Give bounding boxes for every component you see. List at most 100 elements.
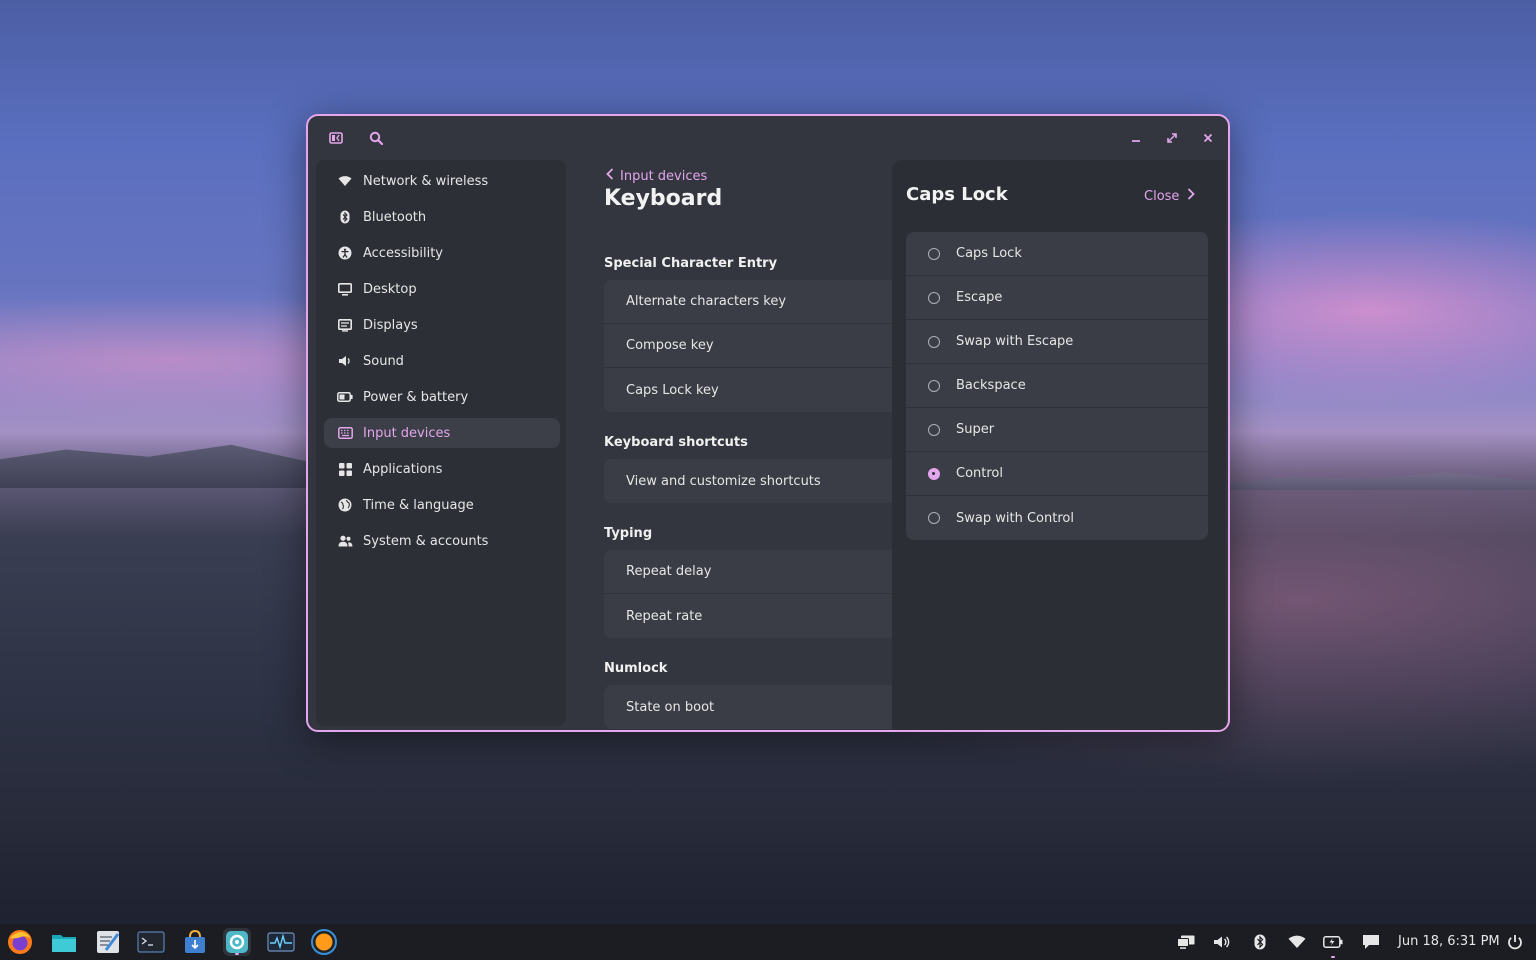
sidebar-item-label: Network & wireless bbox=[363, 173, 489, 189]
sidebar-item-power[interactable]: Power & battery bbox=[324, 382, 560, 412]
sidebar-item-label: Accessibility bbox=[363, 245, 443, 261]
settings-group-special-characters: Alternate characters key Compose key Cap… bbox=[604, 280, 904, 412]
firefox-icon[interactable] bbox=[6, 928, 34, 956]
option-label: Backspace bbox=[956, 378, 1026, 393]
option-label: Escape bbox=[956, 290, 1003, 305]
accessibility-icon bbox=[335, 246, 355, 260]
grid-icon bbox=[335, 462, 355, 476]
option-label: Caps Lock bbox=[956, 246, 1022, 261]
radio-button-selected[interactable] bbox=[928, 467, 940, 480]
caps-lock-panel: Caps Lock Close Caps Lock Escape Swap wi… bbox=[892, 160, 1226, 730]
sidebar: Network & wireless Bluetooth Accessibili… bbox=[316, 160, 566, 726]
sidebar-item-accessibility[interactable]: Accessibility bbox=[324, 238, 560, 268]
settings-group-numlock: State on boot bbox=[604, 685, 904, 729]
row-view-shortcuts[interactable]: View and customize shortcuts bbox=[604, 459, 904, 503]
radio-button[interactable] bbox=[928, 291, 940, 304]
clock[interactable]: Jun 18, 6:31 PM bbox=[1398, 934, 1500, 949]
sidebar-item-label: Power & battery bbox=[363, 389, 469, 405]
titlebar bbox=[308, 116, 1228, 160]
wifi-icon bbox=[335, 175, 355, 187]
section-heading: Special Character Entry bbox=[604, 256, 778, 271]
section-heading: Typing bbox=[604, 526, 653, 541]
notifications-icon[interactable] bbox=[1361, 932, 1381, 952]
text-editor-icon[interactable] bbox=[94, 928, 122, 956]
section-heading: Keyboard shortcuts bbox=[604, 435, 748, 450]
files-icon[interactable] bbox=[50, 928, 78, 956]
users-icon bbox=[335, 535, 355, 547]
sidebar-item-desktop[interactable]: Desktop bbox=[324, 274, 560, 304]
wallpaper-mountain-left bbox=[0, 444, 330, 488]
option-swap-escape[interactable]: Swap with Escape bbox=[906, 320, 1208, 364]
radio-button[interactable] bbox=[928, 379, 940, 392]
radio-button[interactable] bbox=[928, 512, 940, 524]
media-icon[interactable] bbox=[310, 928, 338, 956]
row-state-on-boot[interactable]: State on boot bbox=[604, 685, 904, 729]
displays-tray-icon[interactable] bbox=[1176, 932, 1196, 952]
sidebar-item-input-devices[interactable]: Input devices bbox=[324, 418, 560, 448]
search-icon[interactable] bbox=[364, 126, 388, 150]
row-compose-key[interactable]: Compose key bbox=[604, 324, 904, 368]
option-super[interactable]: Super bbox=[906, 408, 1208, 452]
sidebar-item-label: Time & language bbox=[363, 497, 474, 513]
option-backspace[interactable]: Backspace bbox=[906, 364, 1208, 408]
row-repeat-delay[interactable]: Repeat delay bbox=[604, 550, 904, 594]
minimize-icon[interactable] bbox=[1124, 126, 1148, 150]
sidebar-item-label: Displays bbox=[363, 317, 418, 333]
bluetooth-tray-icon[interactable] bbox=[1250, 932, 1270, 952]
sidebar-item-label: Applications bbox=[363, 461, 443, 477]
sidebar-item-bluetooth[interactable]: Bluetooth bbox=[324, 202, 560, 232]
back-link[interactable]: Input devices bbox=[606, 168, 707, 184]
keyboard-icon bbox=[335, 427, 355, 439]
wallpaper-mountain-right bbox=[1228, 472, 1536, 490]
radio-button[interactable] bbox=[928, 423, 940, 436]
sidebar-toggle-icon[interactable] bbox=[324, 126, 348, 150]
battery-icon bbox=[335, 392, 355, 402]
sidebar-item-applications[interactable]: Applications bbox=[324, 454, 560, 484]
sidebar-item-network[interactable]: Network & wireless bbox=[324, 166, 560, 196]
maximize-icon[interactable] bbox=[1160, 126, 1184, 150]
option-escape[interactable]: Escape bbox=[906, 276, 1208, 320]
panel-close-button[interactable]: Close bbox=[1144, 188, 1196, 204]
volume-icon[interactable] bbox=[1212, 932, 1232, 952]
terminal-icon[interactable] bbox=[137, 928, 165, 956]
sidebar-item-label: System & accounts bbox=[363, 533, 489, 549]
option-control[interactable]: Control bbox=[906, 452, 1208, 496]
sidebar-item-displays[interactable]: Displays bbox=[324, 310, 560, 340]
chevron-right-icon bbox=[1187, 188, 1196, 204]
page-title: Keyboard bbox=[604, 186, 723, 211]
battery-tray-icon[interactable] bbox=[1323, 932, 1343, 958]
settings-group-shortcuts: View and customize shortcuts bbox=[604, 459, 904, 503]
option-caps-lock[interactable]: Caps Lock bbox=[906, 232, 1208, 276]
section-heading: Numlock bbox=[604, 661, 668, 676]
row-alternate-characters-key[interactable]: Alternate characters key bbox=[604, 280, 904, 324]
row-caps-lock-key[interactable]: Caps Lock key bbox=[604, 368, 904, 412]
sidebar-item-label: Sound bbox=[363, 353, 404, 369]
tray-indicator bbox=[1331, 956, 1335, 958]
option-label: Control bbox=[956, 466, 1003, 481]
back-link-label: Input devices bbox=[620, 168, 708, 184]
sidebar-item-label: Input devices bbox=[363, 425, 451, 441]
sidebar-item-sound[interactable]: Sound bbox=[324, 346, 560, 376]
settings-icon[interactable] bbox=[223, 928, 251, 956]
taskbar: Jun 18, 6:31 PM bbox=[0, 924, 1536, 960]
globe-icon bbox=[335, 498, 355, 512]
option-label: Super bbox=[956, 422, 995, 437]
sidebar-item-label: Desktop bbox=[363, 281, 417, 297]
row-repeat-rate[interactable]: Repeat rate bbox=[604, 594, 904, 638]
close-icon[interactable] bbox=[1196, 126, 1220, 150]
radio-button[interactable] bbox=[928, 247, 940, 260]
sidebar-item-system-accounts[interactable]: System & accounts bbox=[324, 526, 560, 556]
panel-close-label: Close bbox=[1144, 188, 1180, 204]
system-monitor-icon[interactable] bbox=[267, 928, 295, 956]
option-swap-control[interactable]: Swap with Control bbox=[906, 496, 1208, 540]
monitor-icon bbox=[335, 282, 355, 296]
app-store-icon[interactable] bbox=[181, 928, 209, 956]
settings-group-typing: Repeat delay Repeat rate bbox=[604, 550, 904, 638]
wifi-tray-icon[interactable] bbox=[1287, 932, 1307, 952]
option-label: Swap with Escape bbox=[956, 334, 1074, 349]
sidebar-item-time-language[interactable]: Time & language bbox=[324, 490, 560, 520]
radio-button[interactable] bbox=[928, 335, 940, 348]
power-icon[interactable] bbox=[1505, 932, 1525, 952]
panel-title: Caps Lock bbox=[906, 184, 1008, 205]
speaker-icon bbox=[335, 355, 355, 367]
